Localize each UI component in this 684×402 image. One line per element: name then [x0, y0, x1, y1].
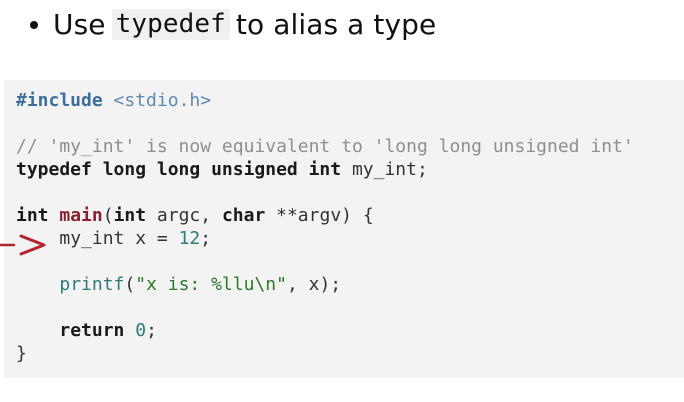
decl-end: ;: [200, 228, 212, 249]
printf-rest: , x);: [286, 274, 342, 295]
close-brace: }: [16, 343, 27, 364]
decl-text: my_int x =: [59, 228, 179, 249]
code-block: #include <stdio.h> // 'my_int' is now equ…: [16, 89, 634, 365]
return-space: [124, 320, 135, 341]
bullet-text-suffix: to alias a type: [235, 7, 437, 41]
main-function-name: main: [59, 205, 103, 226]
bullet-text-prefix: Use: [53, 7, 106, 41]
inline-code-typedef: typedef: [111, 8, 230, 40]
code-line-printf: printf("x is: %llu\n", x);: [16, 273, 634, 296]
bullet-point: Use typedef to alias a type: [30, 4, 436, 44]
code-line-typedef: typedef long long unsigned int my_int;: [16, 158, 634, 181]
main-return-type: int: [16, 205, 49, 226]
bullet-dot-icon: [30, 21, 38, 29]
printf-format-string: "x is: %llu\n": [135, 274, 287, 295]
decl-value: 12: [178, 228, 201, 249]
typedef-keywords: typedef long long unsigned int: [16, 159, 342, 180]
printf-function-name: printf: [59, 274, 125, 295]
include-header: <stdio.h>: [113, 90, 212, 111]
code-line-include: #include <stdio.h>: [16, 89, 634, 112]
main-arg2-rest: **argv) {: [265, 205, 374, 226]
return-indent: [16, 320, 59, 341]
typedef-name: my_int;: [341, 159, 428, 180]
return-keyword: return: [59, 320, 125, 341]
main-arg1-name: argc,: [146, 205, 222, 226]
main-open-paren: (: [102, 205, 114, 226]
main-arg1-type: int: [113, 205, 147, 226]
code-comment: // 'my_int' is now equivalent to 'long l…: [16, 136, 634, 157]
return-value: 0: [135, 320, 147, 341]
right-arrow-icon: [0, 234, 46, 256]
printf-indent: [16, 274, 59, 295]
include-directive: #include: [16, 90, 103, 111]
code-line-return: return 0;: [16, 319, 634, 342]
code-line-main-signature: int main(int argc, char **argv) {: [16, 204, 634, 227]
code-line-declaration: my_int x = 12;: [16, 227, 634, 250]
main-arg2-type: char: [221, 205, 266, 226]
code-line-close-brace: }: [16, 342, 634, 365]
printf-open-paren: (: [124, 274, 136, 295]
code-line-comment: // 'my_int' is now equivalent to 'long l…: [16, 135, 634, 158]
return-end: ;: [146, 320, 157, 341]
arrow-head: [19, 234, 46, 256]
